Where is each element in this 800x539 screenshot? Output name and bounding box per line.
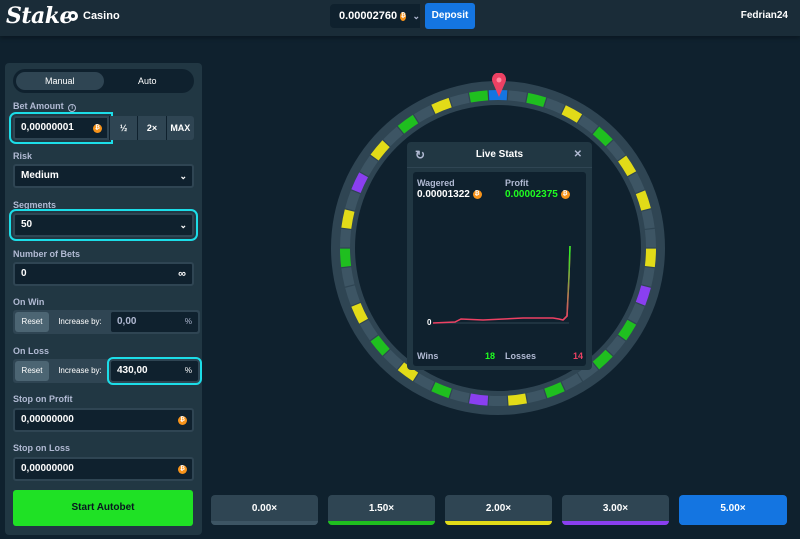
multiplier-3[interactable]: 3.00× — [562, 495, 669, 525]
on-loss-increase-button[interactable]: Increase by: — [51, 359, 109, 383]
chevron-down-icon: ⌄ — [179, 220, 187, 230]
wins-value: 18 — [485, 351, 496, 361]
stop-on-loss-input[interactable]: 0,00000000 ₿ — [13, 457, 194, 481]
multiplier-bar — [211, 521, 318, 525]
wheel-segment — [644, 248, 656, 268]
wheel-pointer-icon — [492, 73, 506, 97]
on-loss-value-input[interactable]: 430,00 % — [107, 357, 202, 385]
chevron-down-icon: ⌄ — [412, 10, 420, 21]
tab-auto[interactable]: Auto — [104, 72, 192, 90]
bitcoin-icon: ₿ — [178, 416, 187, 425]
losses-value: 14 — [573, 351, 584, 361]
stop-on-profit-label: Stop on Profit — [13, 394, 73, 404]
live-stats-title: Live Stats — [475, 149, 524, 160]
start-autobet-button[interactable]: Start Autobet — [13, 490, 193, 526]
casino-label: Casino — [83, 10, 120, 22]
risk-select[interactable]: Medium ⌄ — [13, 164, 194, 188]
bitcoin-icon: ₿ — [472, 189, 482, 199]
multiplier-1[interactable]: 1.50× — [328, 495, 435, 525]
bet-modifiers: ½ 2× MAX — [109, 116, 194, 140]
profit-value: 0.00002375 ₿ — [505, 189, 570, 200]
bet-panel: Manual Auto Bet Amount i 0,00000001 ₿ ½ … — [5, 63, 202, 535]
wagered-label: Wagered — [417, 178, 455, 188]
close-icon[interactable]: ✕ — [574, 142, 582, 168]
multiplier-bar — [562, 521, 669, 525]
live-stats-panel: ↻ Live Stats ✕ Wagered 0.00001322 ₿ Prof… — [407, 142, 592, 370]
on-win-reset-button[interactable]: Reset — [15, 312, 49, 332]
double-button[interactable]: 2× — [137, 116, 165, 140]
balance-display[interactable]: 0.00002760 ₿ ⌄ — [330, 4, 420, 28]
mode-tabs: Manual Auto — [13, 69, 194, 93]
deposit-button[interactable]: Deposit — [425, 3, 475, 29]
risk-label: Risk — [13, 151, 33, 161]
on-loss-label: On Loss — [13, 346, 50, 356]
bitcoin-icon: ₿ — [93, 124, 102, 133]
profit-chart — [432, 245, 571, 324]
multiplier-bar — [679, 521, 787, 525]
tab-manual[interactable]: Manual — [16, 72, 104, 90]
half-button[interactable]: ½ — [109, 116, 137, 140]
live-stats-header: ↻ Live Stats ✕ — [407, 142, 592, 168]
multiplier-bar — [445, 521, 552, 525]
multiplier-2[interactable]: 2.00× — [445, 495, 552, 525]
refresh-icon[interactable]: ↻ — [415, 142, 425, 168]
on-win-increase-button[interactable]: Increase by: — [51, 310, 109, 334]
segments-label: Segments — [13, 200, 57, 210]
casino-icon — [68, 11, 78, 21]
on-win-control: Reset Increase by: 0,00 % — [13, 310, 200, 334]
bitcoin-icon: ₿ — [178, 465, 187, 474]
stop-on-loss-label: Stop on Loss — [13, 443, 70, 453]
bet-amount-input[interactable]: 0,00000001 ₿ — [9, 112, 113, 144]
wagered-value: 0.00001322 ₿ — [417, 189, 482, 200]
chevron-down-icon: ⌄ — [179, 171, 187, 181]
balance-value: 0.00002760 — [339, 10, 398, 22]
profit-label: Profit — [505, 178, 529, 188]
stop-on-profit-input[interactable]: 0,00000000 ₿ — [13, 408, 194, 432]
segments-select[interactable]: 50 ⌄ — [9, 209, 198, 241]
on-loss-control: Reset Increase by: 430,00 % — [13, 357, 202, 385]
live-stats-body: Wagered 0.00001322 ₿ Profit 0.00002375 ₿… — [413, 172, 586, 366]
profit-line — [432, 245, 571, 324]
casino-nav[interactable]: Casino — [68, 10, 120, 22]
on-win-value-input[interactable]: 0,00 % — [111, 312, 198, 332]
max-button[interactable]: MAX — [165, 116, 194, 140]
on-win-label: On Win — [13, 297, 45, 307]
chart-zero-label: 0 — [427, 318, 432, 327]
bitcoin-icon: ₿ — [560, 189, 570, 199]
multiplier-bar — [328, 521, 435, 525]
bitcoin-icon: ₿ — [400, 11, 407, 21]
bet-amount-label: Bet Amount i — [13, 101, 77, 112]
wheel-segment — [644, 228, 656, 248]
losses-label: Losses — [505, 351, 537, 361]
infinity-icon: ∞ — [178, 268, 186, 280]
wheel-segment — [340, 228, 352, 248]
number-of-bets-label: Number of Bets — [13, 249, 81, 259]
wheel-segment — [340, 248, 352, 268]
wheel-segment — [488, 395, 508, 407]
multiplier-0[interactable]: 0.00× — [211, 495, 318, 525]
username-menu[interactable]: Fedrian24 — [741, 10, 788, 21]
top-bar: Stake Casino 0.00002760 ₿ ⌄ Deposit Fedr… — [0, 0, 800, 36]
stake-logo[interactable]: Stake — [6, 3, 74, 29]
multiplier-4[interactable]: 5.00× — [679, 495, 787, 525]
info-icon: i — [68, 104, 77, 112]
on-loss-reset-button[interactable]: Reset — [15, 361, 49, 381]
wins-label: Wins — [417, 351, 439, 361]
number-of-bets-input[interactable]: 0 ∞ — [13, 262, 194, 286]
